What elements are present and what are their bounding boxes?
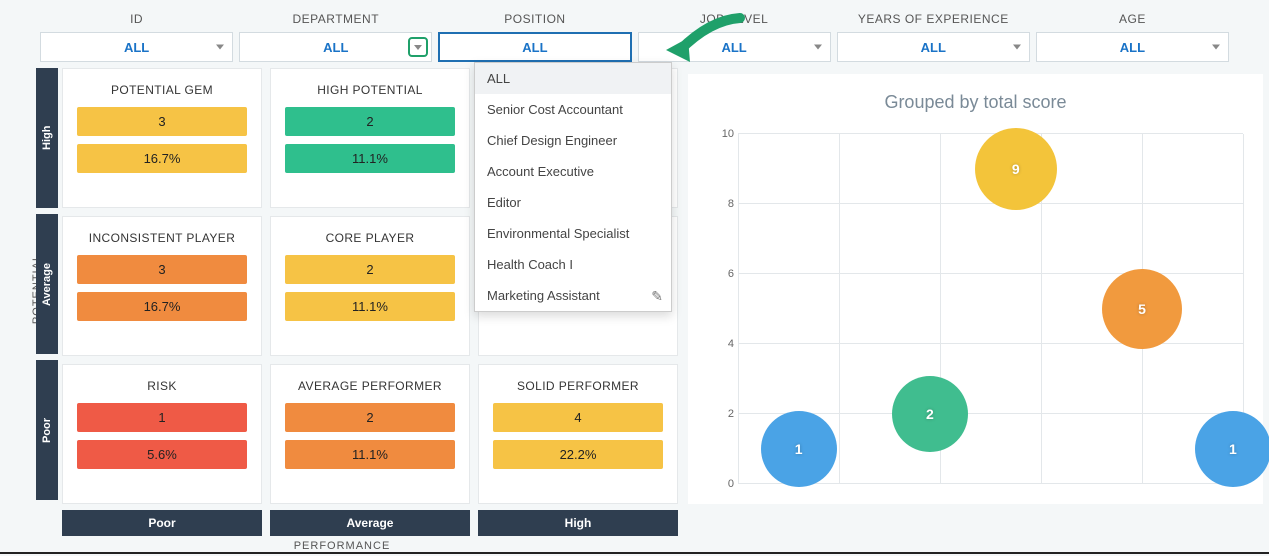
bubble-chart: Grouped by total score 024681012951 (688, 74, 1263, 504)
grid-cell[interactable]: POTENTIAL GEM 3 16.7% (62, 68, 262, 208)
cell-count: 2 (285, 255, 455, 284)
cell-title: SOLID PERFORMER (493, 375, 663, 395)
gridline (738, 343, 1243, 344)
cell-title: AVERAGE PERFORMER (285, 375, 455, 395)
filter-value-department: ALL (323, 40, 348, 55)
col-label-high: High (478, 510, 678, 536)
pencil-icon[interactable]: ✎ (651, 288, 663, 305)
cell-title: RISK (77, 375, 247, 395)
dropdown-item[interactable]: Chief Design Engineer (475, 125, 671, 156)
cell-percent: 11.1% (285, 144, 455, 173)
cell-percent: 16.7% (77, 144, 247, 173)
cell-count: 4 (493, 403, 663, 432)
y-tick: 0 (714, 478, 734, 490)
cell-percent: 22.2% (493, 440, 663, 469)
y-tick: 6 (714, 268, 734, 280)
grid-cell[interactable]: HIGH POTENTIAL 2 11.1% (270, 68, 470, 208)
gridline (738, 134, 739, 484)
filter-label-yoe: YEARS OF EXPERIENCE (837, 6, 1030, 32)
filter-select-department[interactable]: ALL (239, 32, 432, 62)
row-label-poor: Poor (36, 360, 58, 500)
filter-select-age[interactable]: ALL (1036, 32, 1229, 62)
y-tick: 2 (714, 408, 734, 420)
position-dropdown[interactable]: ALL Senior Cost Accountant Chief Design … (474, 62, 672, 312)
cell-count: 2 (285, 403, 455, 432)
chart-title: Grouped by total score (688, 74, 1263, 119)
filter-yoe: YEARS OF EXPERIENCE ALL (837, 6, 1030, 62)
gridline (839, 134, 840, 484)
dropdown-item[interactable]: ALL (475, 63, 671, 94)
filter-select-position[interactable]: ALL (438, 32, 631, 62)
chevron-down-icon (216, 45, 224, 50)
filter-value-id: ALL (124, 40, 149, 55)
gridline (738, 273, 1243, 274)
row-label-high: High (36, 68, 58, 208)
gridline (738, 133, 1243, 134)
cell-title: CORE PLAYER (285, 227, 455, 247)
dropdown-item[interactable]: Health Coach I (475, 249, 671, 280)
y-tick: 8 (714, 198, 734, 210)
row-label-average: Average (36, 214, 58, 354)
cell-title: POTENTIAL GEM (77, 79, 247, 99)
x-axis-label: PERFORMANCE (6, 536, 678, 552)
gridline (738, 203, 1243, 204)
grid-cell[interactable]: SOLID PERFORMER 4 22.2% (478, 364, 678, 504)
filter-select-yoe[interactable]: ALL (837, 32, 1030, 62)
filter-value-yoe: ALL (921, 40, 946, 55)
grid-cell[interactable]: CORE PLAYER 2 11.1% (270, 216, 470, 356)
filter-value-position: ALL (522, 40, 547, 55)
cell-percent: 5.6% (77, 440, 247, 469)
grid-cell[interactable]: AVERAGE PERFORMER 2 11.1% (270, 364, 470, 504)
filter-job-level: JOB LEVEL ALL (638, 6, 831, 62)
grid-cell[interactable]: INCONSISTENT PLAYER 3 16.7% (62, 216, 262, 356)
dropdown-chevron-highlight (408, 37, 428, 57)
filter-label-position: POSITION (438, 6, 631, 32)
page-divider (0, 552, 1269, 554)
cell-count: 2 (285, 107, 455, 136)
grid-cell[interactable]: RISK 1 5.6% (62, 364, 262, 504)
chevron-down-icon (1212, 45, 1220, 50)
cell-percent: 16.7% (77, 292, 247, 321)
cell-count: 3 (77, 107, 247, 136)
filter-select-id[interactable]: ALL (40, 32, 233, 62)
filter-label-age: AGE (1036, 6, 1229, 32)
dropdown-item[interactable]: Senior Cost Accountant (475, 94, 671, 125)
dropdown-item[interactable]: Marketing Assistant (475, 280, 671, 311)
col-label-average: Average (270, 510, 470, 536)
filter-value-age: ALL (1120, 40, 1145, 55)
filter-age: AGE ALL (1036, 6, 1229, 62)
filter-label-id: ID (40, 6, 233, 32)
filter-label-job-level: JOB LEVEL (638, 6, 831, 32)
chart-bubble[interactable]: 1 (761, 411, 837, 487)
chart-bubble[interactable]: 2 (892, 376, 968, 452)
chart-plot-area: 024681012951 (738, 134, 1243, 484)
dropdown-item[interactable]: Environmental Specialist (475, 218, 671, 249)
cell-percent: 11.1% (285, 292, 455, 321)
cell-count: 3 (77, 255, 247, 284)
cell-title: INCONSISTENT PLAYER (77, 227, 247, 247)
y-tick: 10 (714, 128, 734, 140)
chevron-down-icon (814, 45, 822, 50)
cell-count: 1 (77, 403, 247, 432)
filter-position: POSITION ALL (438, 6, 631, 62)
chart-bubble[interactable]: 9 (975, 128, 1057, 210)
y-tick: 4 (714, 338, 734, 350)
dropdown-item[interactable]: Editor (475, 187, 671, 218)
chevron-down-icon (1013, 45, 1021, 50)
filter-select-job-level[interactable]: ALL (638, 32, 831, 62)
filter-id: ID ALL (40, 6, 233, 62)
dropdown-item[interactable]: Account Executive (475, 156, 671, 187)
filter-value-job-level: ALL (721, 40, 746, 55)
filter-bar: ID ALL DEPARTMENT ALL POSITION ALL JOB L… (0, 0, 1269, 68)
filter-label-department: DEPARTMENT (239, 6, 432, 32)
chart-bubble[interactable]: 5 (1102, 269, 1182, 349)
filter-department: DEPARTMENT ALL (239, 6, 432, 62)
chart-bubble[interactable]: 1 (1195, 411, 1269, 487)
col-label-poor: Poor (62, 510, 262, 536)
cell-percent: 11.1% (285, 440, 455, 469)
cell-title: HIGH POTENTIAL (285, 79, 455, 99)
